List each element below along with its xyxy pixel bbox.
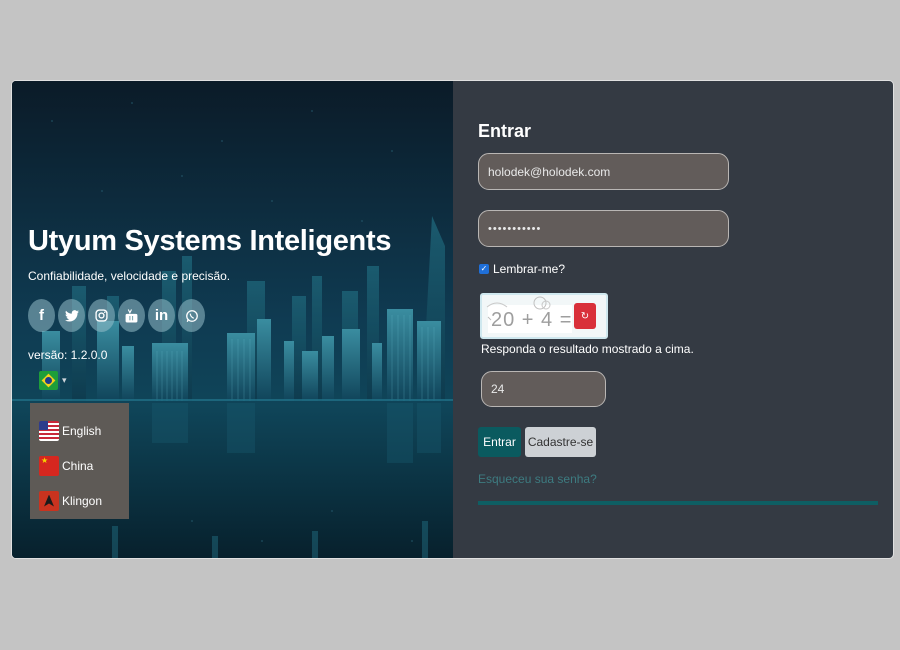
captcha-box: 20 + 4 = ↻	[480, 293, 608, 339]
brazil-flag-icon	[39, 371, 58, 390]
language-option-klingon[interactable]: Klingon	[30, 483, 129, 518]
language-option-china[interactable]: ★ China	[30, 448, 129, 483]
social-links: f in	[28, 299, 205, 332]
register-button[interactable]: Cadastre-se	[525, 427, 596, 457]
language-selector[interactable]: ▾	[39, 371, 67, 390]
language-menu: English ★ China Klingon	[30, 403, 129, 519]
youtube-icon[interactable]	[118, 299, 145, 332]
brand-panel: Utyum Systems Inteligents Confiabilidade…	[12, 81, 453, 558]
password-field[interactable]: •••••••••••	[478, 210, 729, 247]
login-panel: Entrar holodek@holodek.com ••••••••••• ✓…	[453, 81, 893, 558]
login-title: Entrar	[478, 121, 532, 141]
progress-bar-fill	[478, 501, 878, 505]
captcha-help-text: Responda o resultado mostrado a cima.	[481, 342, 694, 356]
captcha-expression: 20 + 4 =	[491, 309, 573, 331]
remember-label: Lembrar-me?	[493, 262, 566, 276]
whatsapp-icon[interactable]	[178, 299, 205, 332]
china-flag-icon: ★	[39, 455, 59, 476]
linkedin-icon[interactable]: in	[148, 299, 175, 332]
forgot-password-link[interactable]: Esqueceu sua senha?	[478, 472, 597, 486]
remember-checkbox[interactable]: ✓	[479, 264, 489, 274]
language-option-english[interactable]: English	[30, 413, 129, 448]
chevron-down-icon: ▾	[62, 375, 67, 385]
login-button[interactable]: Entrar	[478, 427, 521, 457]
login-card: Utyum Systems Inteligents Confiabilidade…	[11, 80, 894, 559]
facebook-icon[interactable]: f	[28, 299, 55, 332]
brand-content: Utyum Systems Inteligents Confiabilidade…	[12, 81, 453, 558]
language-option-label: English	[62, 423, 102, 438]
progress-bar	[478, 501, 878, 505]
email-field[interactable]: holodek@holodek.com	[478, 153, 729, 190]
refresh-icon[interactable]: ↻	[574, 303, 596, 329]
brand-title: Utyum Systems Inteligents	[28, 225, 392, 257]
remember-me[interactable]: ✓ Lembrar-me?	[479, 262, 565, 276]
brand-subtitle: Confiabilidade, velocidade e precisão.	[28, 269, 231, 283]
twitter-icon[interactable]	[58, 299, 85, 332]
app-version: versão: 1.2.0.0	[28, 348, 108, 362]
language-option-label: China	[62, 458, 94, 473]
instagram-icon[interactable]	[88, 299, 115, 332]
klingon-flag-icon	[39, 490, 59, 511]
us-flag-icon	[39, 420, 59, 441]
language-option-label: Klingon	[62, 493, 103, 508]
captcha-answer-field[interactable]: 24	[481, 371, 606, 407]
